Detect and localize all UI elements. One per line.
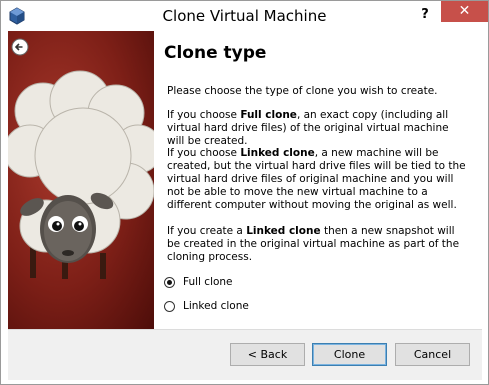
linked-clone-option[interactable]: Linked clone <box>164 299 249 313</box>
full-clone-radio[interactable] <box>164 276 175 288</box>
text-segment: If you choose <box>167 109 241 121</box>
sheep-illustration <box>8 70 154 279</box>
linked-clone-label[interactable]: Linked clone <box>183 300 249 312</box>
close-button[interactable]: ✕ <box>441 1 488 22</box>
linked-clone-radio[interactable] <box>164 300 175 312</box>
page-title: Clone type <box>164 43 267 63</box>
back-arrow-icon[interactable] <box>11 38 29 56</box>
linked-clone-description: If you choose Linked clone, a new machin… <box>167 147 467 212</box>
title-bar: Clone Virtual Machine ? ✕ <box>1 1 488 31</box>
back-button[interactable]: < Back <box>230 343 305 366</box>
snapshot-description: If you create a Linked clone then a new … <box>167 225 467 264</box>
clone-vm-dialog: Clone Virtual Machine ? ✕ Clone type Ple… <box>0 0 489 385</box>
bold-term: Full clone <box>240 109 297 121</box>
text-segment: If you choose <box>167 147 241 159</box>
full-clone-option[interactable]: Full clone <box>164 275 233 289</box>
clone-button[interactable]: Clone <box>312 343 387 366</box>
sheep-banner-image <box>8 31 154 329</box>
full-clone-label[interactable]: Full clone <box>183 276 233 288</box>
full-clone-description: If you choose Full clone, an exact copy … <box>167 109 467 148</box>
cancel-button[interactable]: Cancel <box>395 343 470 366</box>
text-segment: If you create a <box>167 225 247 237</box>
help-button[interactable]: ? <box>415 6 435 24</box>
intro-text: Please choose the type of clone you wish… <box>167 85 438 97</box>
bold-term: Linked clone <box>240 147 315 159</box>
bold-term: Linked clone <box>246 225 321 237</box>
